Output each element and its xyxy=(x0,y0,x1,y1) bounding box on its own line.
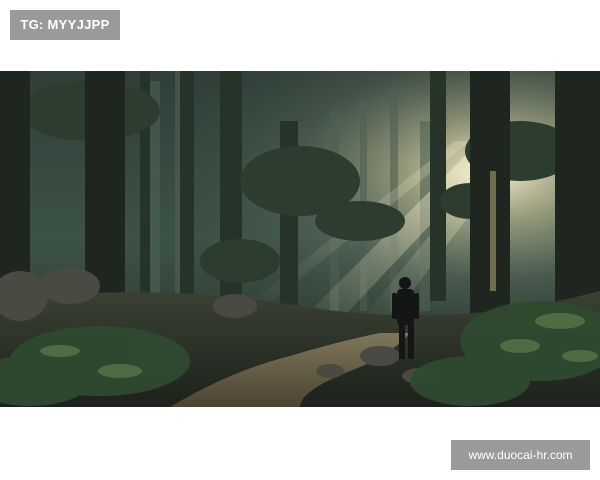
watermark-bottom: www.duocai-hr.com xyxy=(451,440,590,470)
forest-scene-image xyxy=(0,71,600,407)
watermark-top: TG: MYYJJPP xyxy=(10,10,120,40)
page: TG: MYYJJPP www.duocai-hr.com xyxy=(0,0,600,480)
